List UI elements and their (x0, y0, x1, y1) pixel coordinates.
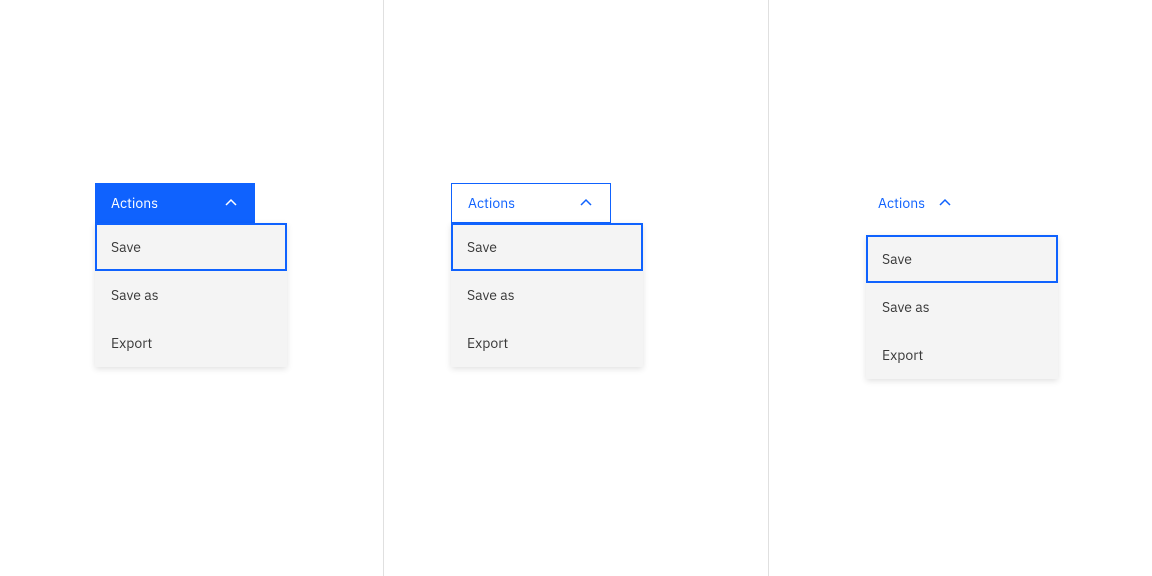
actions-dropdown-outline: Actions Save Save as Export (451, 183, 643, 367)
actions-trigger-label: Actions (111, 194, 158, 212)
chevron-up-icon (223, 195, 239, 211)
actions-menu: Save Save as Export (451, 223, 643, 367)
menu-item-save-as[interactable]: Save as (95, 271, 287, 319)
menu-item-export[interactable]: Export (451, 319, 643, 367)
example-panel-outline: Actions Save Save as Export (384, 0, 767, 576)
menu-item-save-as[interactable]: Save as (451, 271, 643, 319)
actions-dropdown-ghost: Actions Save Save as Export (866, 183, 1058, 379)
menu-item-save[interactable]: Save (95, 223, 287, 271)
menu-item-label: Save (111, 238, 141, 256)
actions-trigger[interactable]: Actions (451, 183, 611, 223)
example-panel-primary: Actions Save Save as Export (0, 0, 383, 576)
menu-item-label: Export (882, 346, 923, 364)
actions-trigger[interactable]: Actions (866, 183, 965, 223)
menu-item-export[interactable]: Export (866, 331, 1058, 379)
menu-item-save[interactable]: Save (451, 223, 643, 271)
actions-trigger-label: Actions (878, 194, 925, 212)
menu-item-save[interactable]: Save (866, 235, 1058, 283)
chevron-up-icon (937, 195, 953, 211)
menu-item-export[interactable]: Export (95, 319, 287, 367)
menu-item-label: Export (111, 334, 152, 352)
actions-menu: Save Save as Export (95, 223, 287, 367)
menu-item-label: Save (467, 238, 497, 256)
actions-trigger-label: Actions (468, 194, 515, 212)
menu-item-label: Save as (111, 286, 159, 304)
menu-item-save-as[interactable]: Save as (866, 283, 1058, 331)
menu-item-label: Save as (882, 298, 930, 316)
example-panel-ghost: Actions Save Save as Export (769, 0, 1152, 576)
actions-menu: Save Save as Export (866, 235, 1058, 379)
menu-item-label: Save as (467, 286, 515, 304)
chevron-up-icon (578, 195, 594, 211)
actions-dropdown-primary: Actions Save Save as Export (95, 183, 287, 367)
menu-item-label: Save (882, 250, 912, 268)
menu-item-label: Export (467, 334, 508, 352)
actions-trigger[interactable]: Actions (95, 183, 255, 223)
